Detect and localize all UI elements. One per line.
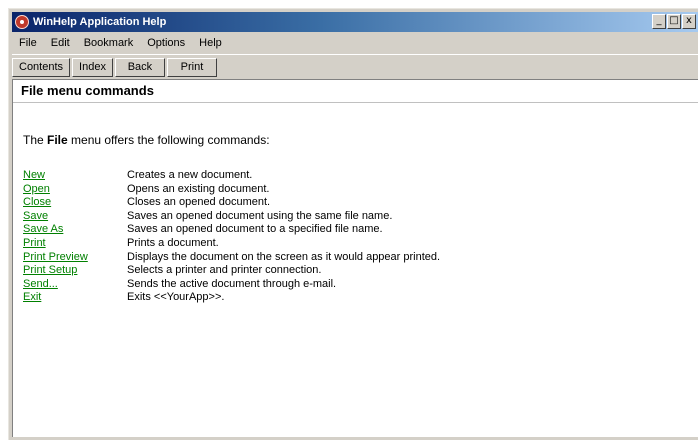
- command-link-new[interactable]: New: [23, 169, 127, 183]
- command-description: Displays the document on the screen as i…: [127, 250, 441, 263]
- command-link-save-as[interactable]: Save As: [23, 223, 127, 237]
- intro-suffix: menu offers the following commands:: [67, 133, 270, 147]
- menu-bar: File Edit Bookmark Options Help: [12, 34, 698, 52]
- command-description: Saves an opened document to a specified …: [127, 223, 383, 236]
- menu-edit[interactable]: Edit: [44, 37, 77, 49]
- help-topic-pane[interactable]: File menu commands The File menu offers …: [12, 79, 698, 437]
- title-bar[interactable]: WinHelp Application Help _ □ x: [12, 12, 698, 32]
- window-controls: _ □ x: [651, 14, 696, 29]
- command-row: Save Saves an opened document using the …: [23, 210, 440, 224]
- intro-bold: File: [47, 133, 68, 147]
- maximize-button[interactable]: □: [667, 14, 681, 29]
- command-description: Selects a printer and printer connection…: [127, 264, 322, 277]
- command-description: Saves an opened document using the same …: [127, 209, 393, 222]
- index-button[interactable]: Index: [72, 57, 113, 77]
- minimize-button[interactable]: _: [652, 14, 666, 29]
- help-window: WinHelp Application Help _ □ x File Edit…: [8, 8, 698, 440]
- command-row: Open Opens an existing document.: [23, 183, 440, 197]
- command-description: Exits <<YourApp>>.: [127, 291, 225, 304]
- command-row: New Creates a new document.: [23, 169, 440, 183]
- intro-text: The File menu offers the following comma…: [23, 133, 270, 147]
- print-button[interactable]: Print: [166, 57, 217, 77]
- contents-button[interactable]: Contents: [12, 57, 71, 77]
- command-row: Print Setup Selects a printer and printe…: [23, 264, 440, 278]
- command-row: Send... Sends the active document throug…: [23, 278, 440, 292]
- command-row: Print Prints a document.: [23, 237, 440, 251]
- command-link-close[interactable]: Close: [23, 196, 127, 210]
- close-button[interactable]: x: [682, 14, 696, 29]
- command-row: Save As Saves an opened document to a sp…: [23, 223, 440, 237]
- command-row: Print Preview Displays the document on t…: [23, 251, 440, 265]
- command-description: Creates a new document.: [127, 169, 253, 181]
- topic-divider: [13, 102, 698, 103]
- help-app-icon[interactable]: [15, 15, 29, 29]
- command-link-save[interactable]: Save: [23, 210, 127, 224]
- command-description: Prints a document.: [127, 236, 219, 249]
- command-link-exit[interactable]: Exit: [23, 291, 127, 305]
- command-link-print[interactable]: Print: [23, 237, 127, 251]
- command-link-print-setup[interactable]: Print Setup: [23, 264, 127, 278]
- topic-title: File menu commands: [21, 83, 154, 98]
- command-link-send[interactable]: Send...: [23, 278, 127, 292]
- command-row: Exit Exits <<YourApp>>.: [23, 291, 440, 305]
- command-description: Closes an opened document.: [127, 196, 271, 209]
- command-row: Close Closes an opened document.: [23, 196, 440, 210]
- command-link-open[interactable]: Open: [23, 183, 127, 197]
- command-description: Opens an existing document.: [127, 182, 270, 195]
- back-button[interactable]: Back: [114, 57, 165, 77]
- button-bar: Contents Index Back Print: [12, 54, 698, 79]
- menu-file[interactable]: File: [12, 37, 44, 49]
- window-title: WinHelp Application Help: [33, 16, 167, 28]
- intro-prefix: The: [23, 133, 48, 147]
- menu-bookmark[interactable]: Bookmark: [77, 37, 141, 49]
- command-list: New Creates a new document. Open Opens a…: [23, 169, 440, 305]
- menu-options[interactable]: Options: [140, 37, 192, 49]
- command-link-print-preview[interactable]: Print Preview: [23, 251, 127, 265]
- menu-help[interactable]: Help: [192, 37, 229, 49]
- command-description: Sends the active document through e-mail…: [127, 277, 337, 290]
